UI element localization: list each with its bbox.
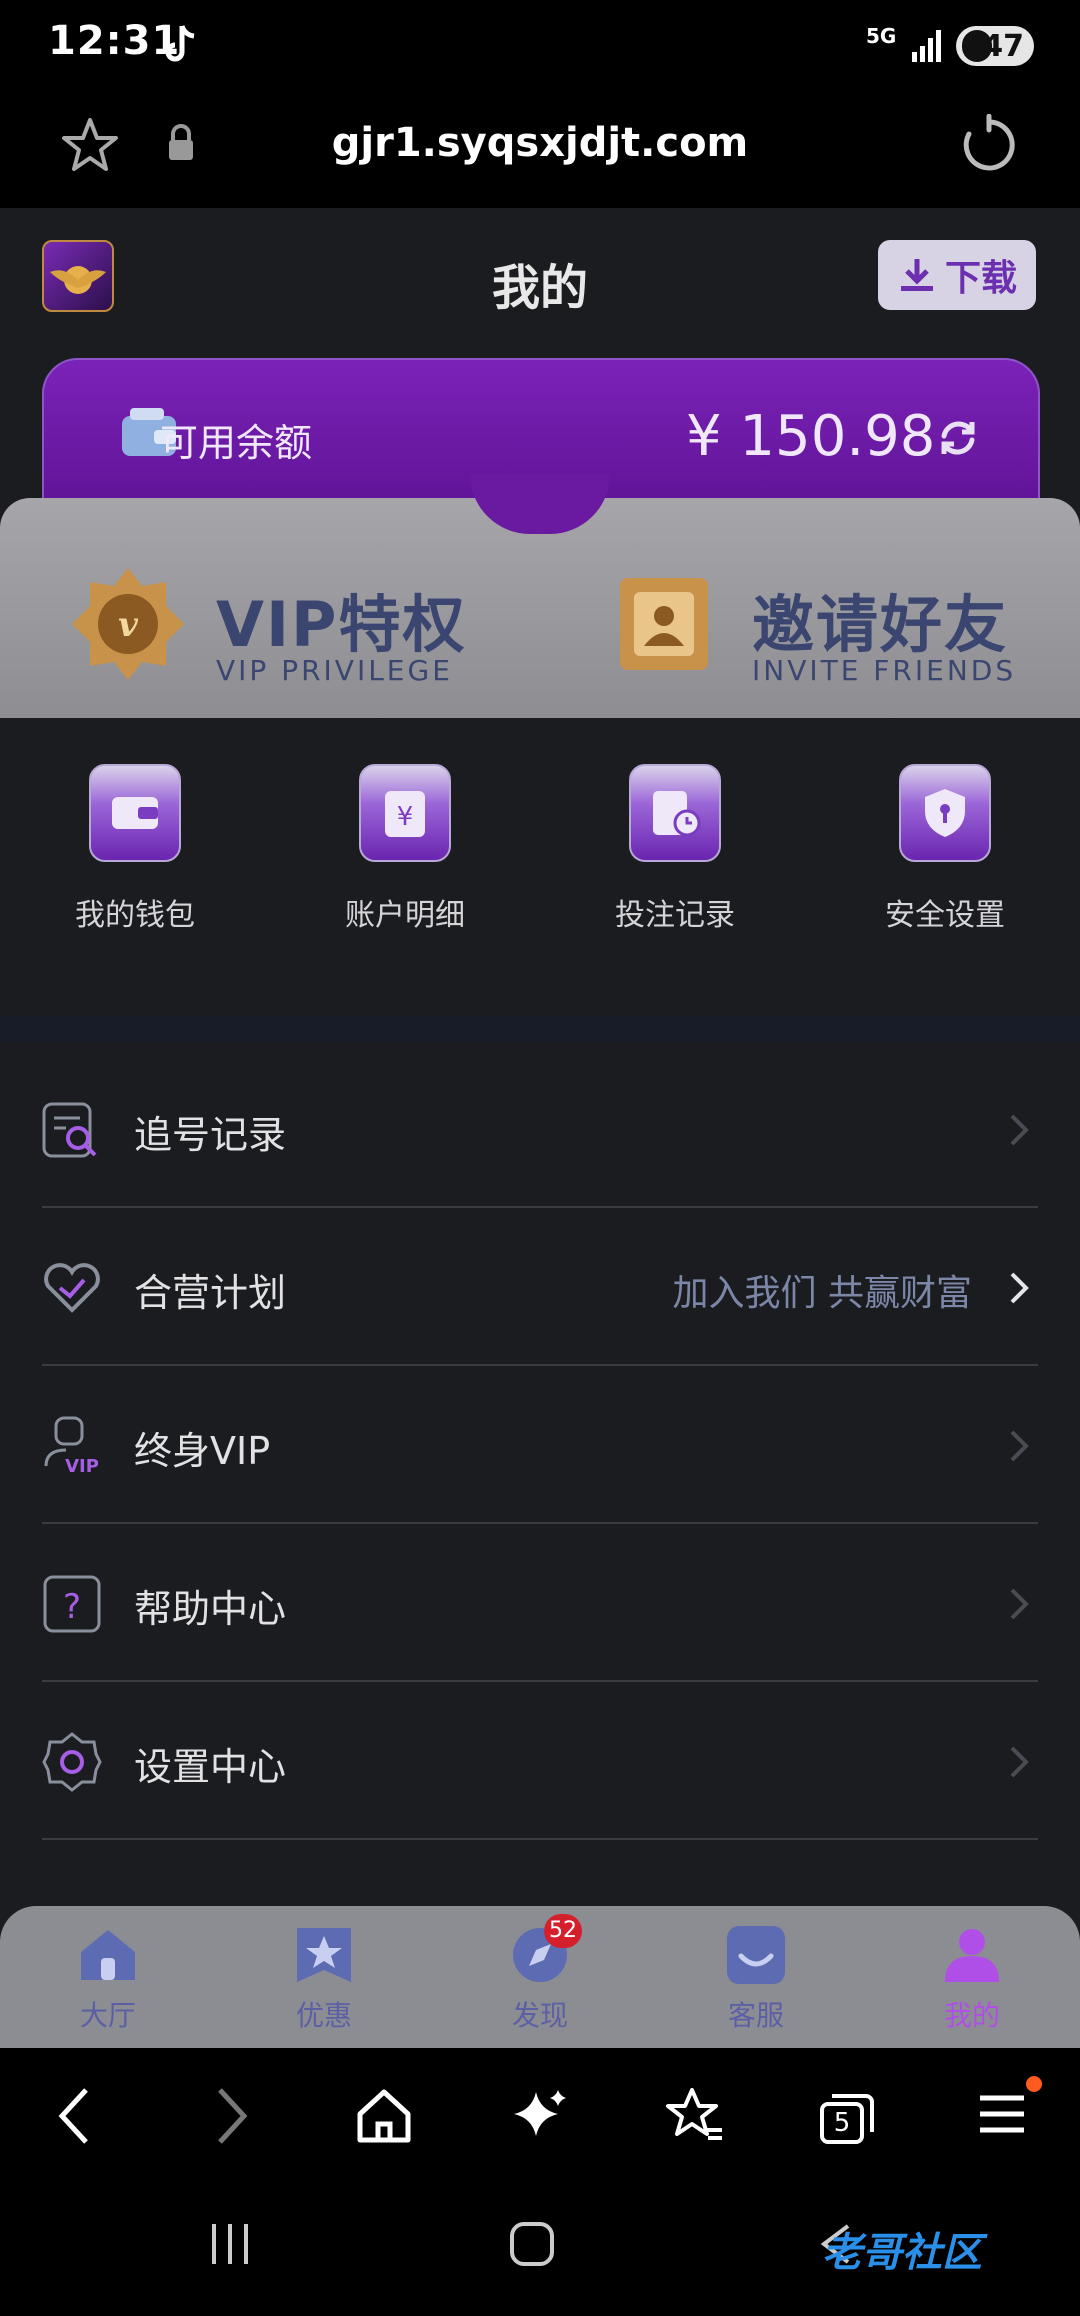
- network-5g-icon: 5G: [866, 24, 897, 48]
- invite-title: 邀请好友: [752, 588, 1009, 661]
- menu-label: 合营计划: [134, 1271, 287, 1315]
- menu-label: 设置中心: [134, 1745, 287, 1789]
- signal-icon: [912, 30, 941, 62]
- chevron-right-icon: [1010, 1746, 1029, 1778]
- home-icon: [77, 1926, 139, 1984]
- shortcut-security[interactable]: 安全设置: [845, 764, 1045, 934]
- invite-subtitle: INVITE FRIENDS: [752, 654, 1017, 687]
- tab-label: 优惠: [295, 1999, 352, 2032]
- ledger-icon: ¥: [385, 791, 425, 837]
- chevron-right-icon: [1010, 1588, 1029, 1620]
- menu-row-partner-plan[interactable]: 合营计划 加入我们 共赢财富: [42, 1208, 1038, 1366]
- hamburger-menu-icon: [980, 2095, 1024, 2133]
- shortcut-label: 投注记录: [615, 898, 735, 933]
- download-icon: [900, 259, 933, 291]
- svg-text:VIP: VIP: [65, 1456, 99, 1476]
- star-badge-icon: [293, 1926, 355, 1984]
- invite-medal-icon: [620, 578, 708, 670]
- shortcut-wallet[interactable]: 我的钱包: [35, 764, 235, 934]
- shield-icon: [925, 789, 965, 837]
- url-text[interactable]: gjr1.syqsxjdjt.com: [0, 120, 1080, 166]
- reload-icon[interactable]: [958, 114, 1020, 176]
- back-icon[interactable]: [56, 2086, 92, 2146]
- svg-text:¥: ¥: [397, 802, 414, 832]
- shortcut-bet-records[interactable]: 投注记录: [575, 764, 775, 934]
- vip-medal-icon: v: [72, 568, 184, 680]
- tab-count: 5: [833, 2108, 851, 2138]
- handshake-heart-icon: [44, 1263, 100, 1313]
- menu-row-chase-records[interactable]: 追号记录: [42, 1050, 1038, 1208]
- menu-row-help-center[interactable]: ? 帮助中心: [42, 1524, 1038, 1682]
- tab-label: 客服: [727, 1999, 784, 2032]
- balance-label: 可用余额: [160, 421, 313, 465]
- tab-label: 大厅: [79, 1999, 136, 2032]
- shortcut-label: 账户明细: [345, 898, 465, 933]
- forward-icon[interactable]: [214, 2086, 250, 2146]
- vip-user-icon: VIP: [44, 1416, 99, 1476]
- chevron-right-icon: [1010, 1272, 1029, 1304]
- charging-icon: [962, 30, 992, 62]
- sparkle-ai-icon[interactable]: [510, 2086, 570, 2146]
- tab-label: 我的: [943, 1999, 1000, 2032]
- tab-customer-service[interactable]: 客服: [648, 1926, 864, 2034]
- smile-service-icon: [725, 1926, 787, 1984]
- notification-badge: 52: [544, 1914, 582, 1948]
- recent-apps-icon[interactable]: [208, 2222, 252, 2266]
- svg-text:?: ?: [63, 1587, 81, 1627]
- download-button[interactable]: 下载: [878, 240, 1036, 310]
- shortcut-label: 我的钱包: [75, 898, 195, 933]
- question-icon: ?: [43, 1575, 101, 1633]
- download-label: 下载: [944, 258, 1017, 299]
- menu-extra-text: 加入我们 共赢财富: [672, 1273, 972, 1314]
- menu-row-lifetime-vip[interactable]: VIP 终身VIP: [42, 1366, 1038, 1524]
- menu-button[interactable]: [974, 2076, 1042, 2144]
- tab-label: 发现: [511, 1999, 568, 2032]
- home-button-icon[interactable]: [508, 2220, 556, 2268]
- tab-discover[interactable]: 发现: [432, 1926, 648, 2034]
- chevron-right-icon: [1010, 1430, 1029, 1462]
- tab-lobby[interactable]: 大厅: [0, 1926, 216, 2034]
- watermark-logo: 老哥社区: [822, 2230, 982, 2276]
- bookmarks-icon[interactable]: [664, 2086, 726, 2146]
- shortcut-label: 安全设置: [885, 898, 1005, 933]
- vip-title: VIP特权: [216, 588, 467, 661]
- page-content: 我的 下载 可用余额 ¥ 150.98 v VIP特权 VIP PRIVILEG…: [0, 208, 1080, 2048]
- menu-label: 追号记录: [134, 1113, 287, 1157]
- menu-label: 终身VIP: [134, 1429, 271, 1473]
- svg-text:v: v: [118, 605, 139, 645]
- chevron-right-icon: [1010, 1114, 1029, 1146]
- wallet-icon: [112, 797, 158, 829]
- vip-subtitle: VIP PRIVILEGE: [216, 654, 453, 687]
- tabs-button[interactable]: 5: [818, 2090, 876, 2146]
- tab-mine[interactable]: 我的: [864, 1926, 1080, 2034]
- shortcut-account-details[interactable]: ¥ 账户明细: [305, 764, 505, 934]
- home-icon[interactable]: [356, 2088, 412, 2144]
- menu-label: 帮助中心: [134, 1587, 287, 1631]
- notification-dot: [1026, 2076, 1042, 2092]
- refresh-balance-icon[interactable]: [934, 414, 982, 462]
- vip-privilege-card[interactable]: v VIP特权 VIP PRIVILEGE: [68, 554, 488, 694]
- user-icon: [941, 1926, 1003, 1984]
- battery-indicator: 47: [956, 26, 1034, 66]
- invite-friends-card[interactable]: 邀请好友 INVITE FRIENDS: [604, 554, 1044, 694]
- tiktok-icon: [165, 25, 195, 62]
- menu-row-settings[interactable]: 设置中心: [42, 1682, 1038, 1840]
- tab-promotions[interactable]: 优惠: [216, 1926, 432, 2034]
- search-record-icon: [42, 1102, 97, 1158]
- bet-record-icon: [653, 791, 701, 837]
- balance-value: ¥ 150.98: [686, 404, 936, 469]
- section-divider: [0, 1016, 1080, 1042]
- gear-icon: [42, 1732, 102, 1792]
